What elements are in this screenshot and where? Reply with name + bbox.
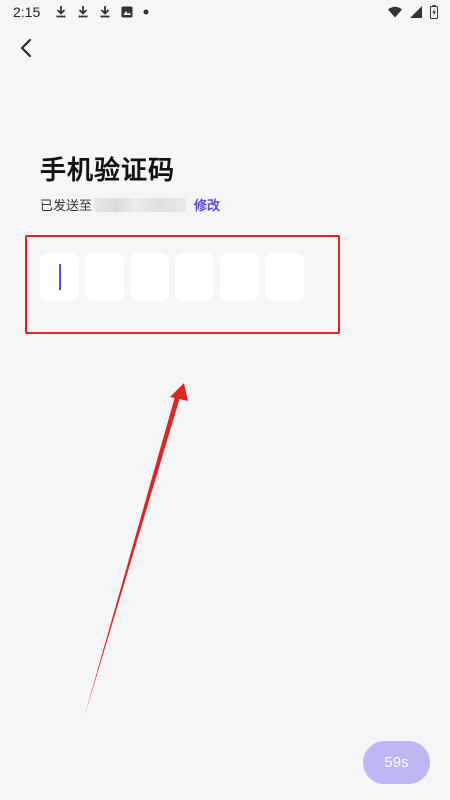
download-icon bbox=[100, 6, 110, 18]
sent-to-label: 已发送至 bbox=[40, 199, 93, 214]
status-system-icons bbox=[388, 5, 438, 19]
status-notification-icons bbox=[55, 5, 149, 18]
status-bar: 2:15 bbox=[0, 0, 450, 24]
resend-countdown-button: 59s bbox=[363, 741, 430, 784]
download-icon bbox=[78, 6, 88, 18]
masked-phone-number bbox=[94, 197, 187, 212]
chevron-left-icon bbox=[21, 39, 31, 57]
status-time: 2:15 bbox=[13, 4, 41, 20]
annotation-arrow bbox=[84, 383, 188, 718]
verification-screen: 2:15 手机验证码 已发送至 修改 59s bbox=[0, 0, 450, 800]
photo-icon bbox=[121, 6, 133, 17]
edit-phone-link[interactable]: 修改 bbox=[194, 195, 220, 214]
page-title: 手机验证码 bbox=[40, 156, 176, 186]
signal-icon bbox=[410, 6, 422, 18]
sent-to-line: 已发送至 修改 bbox=[40, 195, 220, 214]
back-button[interactable] bbox=[14, 36, 38, 60]
annotation-highlight-frame bbox=[25, 235, 340, 334]
wifi-icon bbox=[388, 6, 402, 18]
battery-charging-icon bbox=[430, 5, 438, 19]
dot-icon bbox=[143, 9, 149, 14]
download-icon bbox=[56, 6, 66, 18]
